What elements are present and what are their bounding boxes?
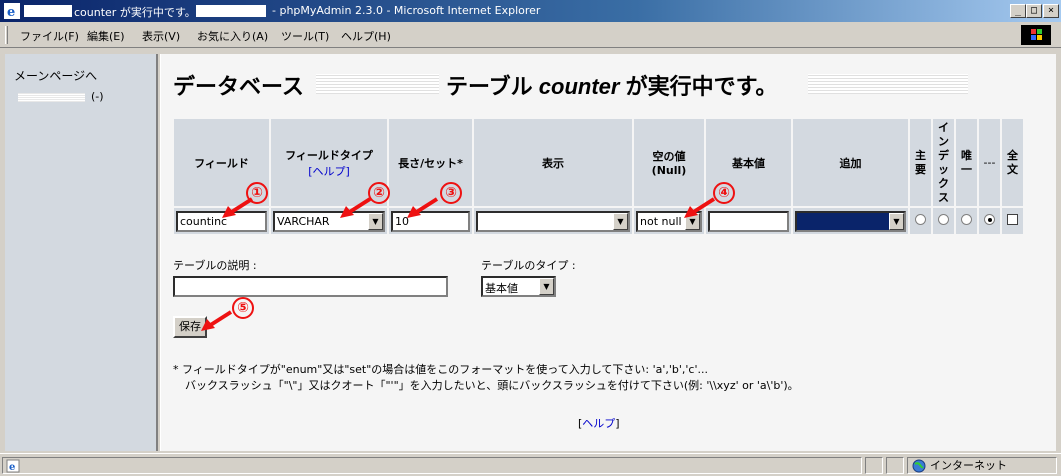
heading-trailing-redacted (808, 74, 968, 94)
footer-help: [ヘルプ] (578, 415, 620, 431)
table-comment-input[interactable] (173, 276, 448, 297)
table-type-select[interactable]: 基本値 ▼ (481, 276, 556, 297)
index-radio[interactable] (938, 214, 949, 225)
home-page-link[interactable]: メーンページへ (14, 67, 97, 84)
cell-default (706, 208, 791, 234)
minimize-button[interactable]: _ (1010, 4, 1026, 18)
page-icon: e (6, 459, 20, 473)
annotation-arrow-3 (407, 197, 439, 218)
cell-primary (910, 208, 931, 234)
window-title-part: counter が実行中です。 (74, 6, 196, 19)
header-index: イ ン デ ッ ク ス (933, 119, 954, 206)
page-title: データベース (173, 69, 304, 101)
header-none: --- (979, 119, 1000, 206)
title-redacted-block (24, 5, 72, 17)
main-frame: データベース テーブル counter が実行中です。 フィールド フィールドタ… (160, 54, 1056, 451)
window-title-app: - phpMyAdmin 2.3.0 - Microsoft Internet … (272, 4, 541, 17)
database-table-count: (-) (91, 90, 104, 103)
menu-favorites[interactable]: お気に入り(A) (197, 28, 268, 44)
close-button[interactable]: × (1043, 4, 1059, 18)
null-value: not null (640, 214, 682, 228)
type-help-link[interactable]: [ヘルプ] (273, 163, 385, 179)
no-key-radio[interactable] (984, 214, 995, 225)
page-title-table-name: counter (538, 74, 620, 99)
unique-radio[interactable] (961, 214, 972, 225)
table-header-row: フィールド フィールドタイプ [ヘルプ] 長さ/セット* 表示 空の値 (Nul… (174, 119, 1023, 206)
status-main-pane (2, 457, 862, 474)
internet-zone-label: インターネット (930, 459, 1007, 472)
extra-select[interactable]: ▼ (795, 210, 906, 232)
cell-fulltext (1002, 208, 1023, 234)
table-type-value: 基本値 (485, 282, 518, 295)
footnote: * フィールドタイプが"enum"又は"set"の場合は値をこのフォーマットを使… (173, 362, 799, 394)
left-frame-navigation: メーンページへ (-) (5, 54, 158, 451)
footnote-line-1: * フィールドタイプが"enum"又は"set"の場合は値をこのフォーマットを使… (173, 363, 708, 376)
menu-view[interactable]: 表示(V) (142, 28, 180, 44)
cell-none (979, 208, 1000, 234)
header-null: 空の値 (Null) (634, 119, 704, 206)
annotation-arrow-5 (201, 310, 233, 331)
field-definition-table: フィールド フィールドタイプ [ヘルプ] 長さ/セット* 表示 空の値 (Nul… (172, 117, 1025, 236)
status-bar: e インターネット (0, 453, 1061, 476)
menu-help[interactable]: ヘルプ(H) (341, 28, 391, 44)
annotation-arrow-4 (684, 197, 716, 218)
annotation-arrow-2 (340, 197, 372, 218)
globe-icon (912, 459, 926, 473)
heading-db-name-redacted (316, 74, 439, 94)
default-value-input[interactable] (708, 210, 789, 232)
menu-edit[interactable]: 編集(E) (87, 28, 125, 44)
footnote-line-2: バックスラッシュ「"\"」又はクオート「"'"」を入力したいと、頭にバックスラッ… (185, 379, 799, 392)
chevron-down-icon[interactable]: ▼ (539, 278, 554, 295)
header-attributes: 表示 (474, 119, 632, 206)
fulltext-checkbox[interactable] (1007, 214, 1018, 225)
chevron-down-icon[interactable]: ▼ (613, 212, 628, 230)
page-title-rest: テーブル counter が実行中です。 (446, 69, 777, 101)
title-bar: e counter が実行中です。 - phpMyAdmin 2.3.0 - M… (0, 0, 1061, 22)
field-row: countinc VARCHAR ▼ 10 ▼ not null ▼ ▼ (174, 208, 1023, 234)
title-redacted-block (196, 5, 266, 17)
annotation-marker-5: ⑤ (232, 297, 254, 319)
menu-file[interactable]: ファイル(F) (20, 28, 79, 44)
cell-index (933, 208, 954, 234)
status-pane (886, 457, 904, 474)
header-fulltext: 全 文 (1002, 119, 1023, 206)
annotation-marker-3: ③ (440, 182, 462, 204)
primary-key-radio[interactable] (915, 214, 926, 225)
header-extra: 追加 (793, 119, 908, 206)
database-name-redacted[interactable] (18, 93, 85, 102)
footer-help-link[interactable]: ヘルプ (582, 417, 615, 430)
ie-icon: e (4, 3, 20, 19)
toolbar-grip[interactable] (5, 26, 8, 44)
annotation-arrow-1 (222, 197, 254, 218)
table-type-label: テーブルのタイプ : (481, 259, 576, 272)
menu-tools[interactable]: ツール(T) (281, 28, 329, 44)
cell-unique (956, 208, 977, 234)
footer-help-bracket-close: ] (615, 417, 620, 430)
status-pane (865, 457, 883, 474)
page-title-database: データベース (173, 74, 304, 99)
svg-text:e: e (9, 462, 15, 473)
menu-bar: ファイル(F) 編集(E) 表示(V) お気に入り(A) ツール(T) ヘルプ(… (0, 22, 1061, 48)
maximize-button[interactable]: □ (1026, 4, 1042, 18)
windows-logo-icon (1021, 25, 1051, 45)
page-title-suffix: が実行中です。 (619, 74, 778, 99)
cell-extra: ▼ (793, 208, 908, 234)
header-unique: 唯 一 (956, 119, 977, 206)
extra-selected-highlight (797, 212, 889, 230)
page-title-table: テーブル (446, 74, 539, 99)
cell-attributes: ▼ (474, 208, 632, 234)
header-primary: 主 要 (910, 119, 931, 206)
field-type-value: VARCHAR (277, 214, 330, 228)
table-comment-label: テーブルの説明 : (173, 259, 257, 272)
attributes-select[interactable]: ▼ (476, 210, 630, 232)
header-type-label: フィールドタイプ (285, 148, 373, 162)
svg-text:e: e (7, 5, 15, 19)
chevron-down-icon[interactable]: ▼ (889, 212, 904, 230)
